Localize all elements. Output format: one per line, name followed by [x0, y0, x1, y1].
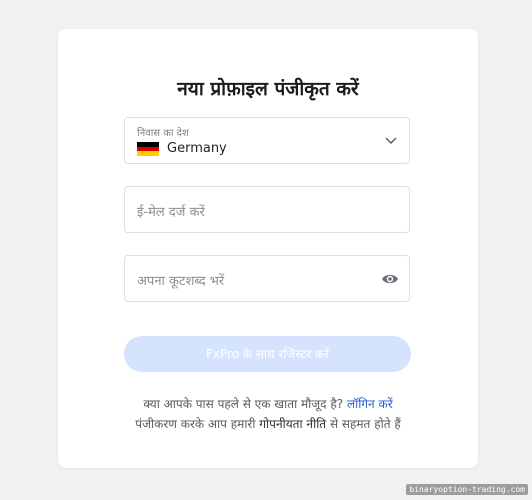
password-placeholder: अपना कूटशब्द भरें: [137, 274, 225, 289]
register-button[interactable]: FxPro के साथ रजिस्टर करें: [124, 336, 411, 372]
login-prompt-text: क्या आपके पास पहले से एक खाता मौजूद है?: [143, 397, 344, 411]
login-prompt: क्या आपके पास पहले से एक खाता मौजूद है? …: [58, 395, 478, 412]
country-value: Germany: [167, 141, 227, 156]
email-placeholder: ई-मेल दर्ज करें: [137, 205, 205, 220]
country-select[interactable]: निवास का देश Germany: [124, 117, 410, 164]
registration-card: नया प्रोफ़ाइल पंजीकृत करें निवास का देश …: [58, 29, 478, 468]
login-link[interactable]: लॉगिन करें: [347, 397, 393, 411]
chevron-down-icon: [385, 137, 397, 145]
password-field[interactable]: अपना कूटशब्द भरें: [124, 255, 410, 302]
page-title: नया प्रोफ़ाइल पंजीकृत करें: [177, 78, 359, 100]
terms-notice: पंजीकरण करके आप हमारी गोपनीयता नीति से स…: [58, 415, 478, 432]
email-field[interactable]: ई-मेल दर्ज करें: [124, 186, 410, 233]
terms-prefix: पंजीकरण करके आप हमारी: [135, 417, 260, 431]
germany-flag-icon: [137, 142, 159, 157]
country-label: निवास का देश: [137, 128, 189, 139]
eye-icon[interactable]: [381, 272, 399, 286]
terms-suffix: से सहमत होते हैं: [326, 417, 401, 431]
privacy-policy-link[interactable]: गोपनीयता नीति: [259, 417, 326, 431]
watermark: binaryoption-trading.com: [406, 484, 528, 495]
